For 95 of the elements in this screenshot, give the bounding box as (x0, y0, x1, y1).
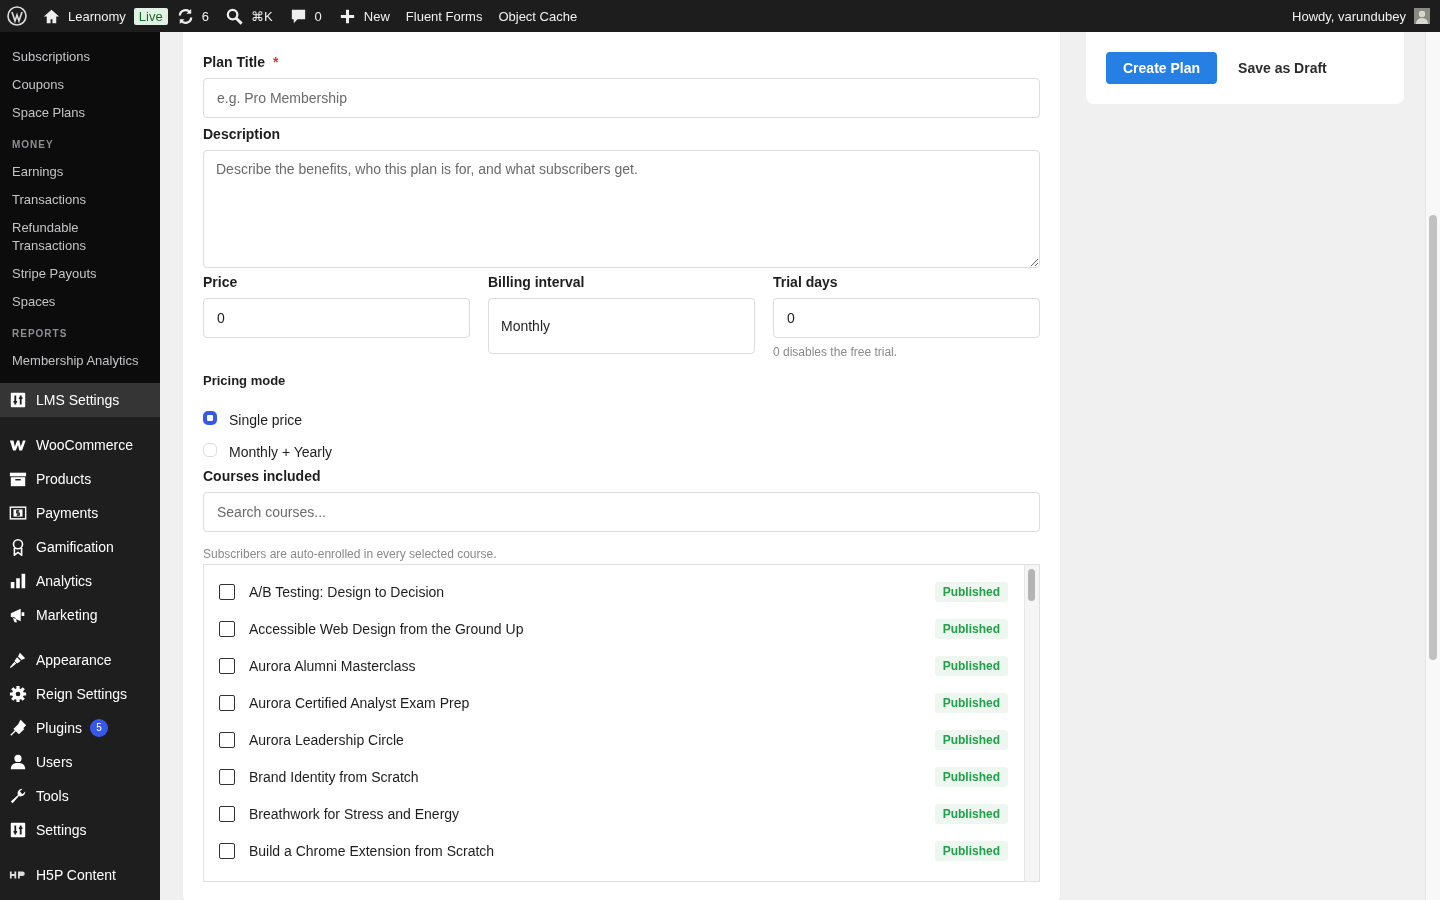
dollar-icon (9, 504, 27, 522)
checkbox[interactable] (219, 583, 235, 600)
checkbox[interactable] (219, 805, 235, 822)
sliders-icon (9, 821, 27, 839)
checkbox[interactable] (219, 768, 235, 785)
menu-section-heading: REPORTS (11, 327, 69, 341)
bar-chart-icon (9, 572, 27, 590)
sidebar-menu-item[interactable]: Users (0, 745, 160, 779)
radio-button[interactable] (203, 411, 217, 425)
help-text: 0 disables the free trial. (773, 345, 899, 359)
sliders-icon (9, 391, 27, 409)
sidebar-menu-item[interactable]: Products (0, 462, 160, 496)
help-text: Subscribers are auto-enrolled in every selected course. (203, 547, 498, 561)
search-shortcut[interactable]: ⌘K (250, 8, 273, 24)
user-icon (9, 753, 27, 771)
field-label: Price (203, 274, 239, 290)
sidebar-menu-item[interactable]: Appearance (0, 643, 160, 677)
field-label: Trial days (773, 274, 839, 290)
sidebar-menu-item[interactable]: Tools (0, 779, 160, 813)
radio-label[interactable]: Single price (229, 412, 303, 428)
plan-title-field[interactable]: e.g. Pro Membership (203, 78, 1040, 118)
radio-label[interactable]: Monthly + Yearly (229, 444, 333, 460)
archive-icon (9, 470, 27, 488)
status-label: Published (934, 766, 1008, 787)
field-label: Pricing mode (203, 373, 287, 388)
trial-days-field[interactable]: 0 (773, 298, 1040, 338)
submenu-item[interactable]: Space Plans (0, 99, 160, 127)
submenu-item[interactable]: Subscriptions (0, 43, 160, 71)
checkbox[interactable] (219, 731, 235, 748)
sidebar-menu-item[interactable]: Gamification (0, 530, 160, 564)
new-link[interactable]: New (363, 8, 390, 24)
status-label: Published (934, 581, 1008, 602)
sidebar-menu-item[interactable]: Analytics (0, 564, 160, 598)
update-count-badge: 5 (89, 719, 108, 737)
search-icon[interactable] (224, 6, 244, 26)
brush-icon (9, 651, 27, 669)
billing-interval-select[interactable]: Monthly (488, 298, 755, 354)
sidebar-menu-item[interactable]: WooCommerce (0, 428, 160, 462)
site-name-link[interactable]: Learnomy (68, 8, 126, 24)
save-draft-button[interactable]: Save as Draft (1231, 52, 1334, 84)
field-label: Plan Title (203, 54, 265, 70)
sidebar-menu-item[interactable]: Payments (0, 496, 160, 530)
course-title[interactable]: Accessible Web Design from the Ground Up (249, 620, 935, 637)
updates-count[interactable]: 6 (201, 8, 209, 24)
checkbox[interactable] (219, 657, 235, 674)
sidebar-menu-item[interactable]: LMS Settings (0, 383, 160, 417)
checkbox[interactable] (219, 620, 235, 637)
description-field[interactable]: Describe the benefits, who this plan is for, and what subscribers get. (203, 150, 1040, 268)
scrollbar[interactable] (1024, 565, 1039, 881)
course-title[interactable]: A/B Testing: Design to Decision (249, 583, 935, 600)
course-title[interactable]: Aurora Alumni Masterclass (249, 657, 935, 674)
checkbox[interactable] (219, 842, 235, 859)
comments-count[interactable]: 0 (314, 8, 322, 24)
toolbar-link[interactable]: Fluent Forms (405, 8, 483, 24)
page-scrollbar[interactable] (1425, 32, 1440, 900)
status-label: Published (934, 618, 1008, 639)
sidebar-menu-item[interactable]: Marketing (0, 598, 160, 632)
course-search-field[interactable]: Search courses... (203, 492, 1040, 532)
status-label: Published (934, 729, 1008, 750)
submenu-item[interactable]: Membership Analytics (0, 347, 160, 375)
field-label: Description (203, 126, 281, 142)
status-label: Published (934, 803, 1008, 824)
gear-icon (9, 685, 27, 703)
status-label: Published (934, 692, 1008, 713)
sidebar-menu-item[interactable]: Reign Settings (0, 677, 160, 711)
sidebar-menu-item[interactable]: Settings (0, 813, 160, 847)
toolbar-link[interactable]: Object Cache (498, 8, 578, 24)
course-title[interactable]: Breathwork for Stress and Energy (249, 805, 935, 822)
submenu-item[interactable]: Refundable Transactions (0, 214, 160, 260)
plug-icon (9, 719, 27, 737)
live-status-label: Live (133, 7, 168, 25)
course-title[interactable]: Aurora Certified Analyst Exam Prep (249, 694, 935, 711)
course-title[interactable]: Aurora Leadership Circle (249, 731, 935, 748)
submenu-item[interactable]: Transactions (0, 186, 160, 214)
status-label: Published (934, 655, 1008, 676)
status-label: Published (934, 840, 1008, 861)
menu-section-heading: MONEY (11, 138, 55, 152)
wrench-icon (9, 787, 27, 805)
sidebar-menu-item[interactable]: Plugins 5 (0, 711, 160, 745)
course-title[interactable]: Build a Chrome Extension from Scratch (249, 842, 935, 859)
field-label: Billing interval (488, 274, 586, 290)
submenu-item[interactable]: Spaces (0, 288, 160, 316)
field-label: Courses included (203, 468, 322, 484)
required-mark: * (273, 54, 279, 70)
submenu-item[interactable]: Stripe Payouts (0, 260, 160, 288)
megaphone-icon (9, 606, 27, 624)
submenu-item[interactable]: Earnings (0, 158, 160, 186)
user-greeting[interactable]: Howdy, varundubey (1292, 8, 1406, 24)
price-field[interactable]: 0 (203, 298, 470, 338)
wordpress-logo-icon[interactable] (7, 6, 27, 26)
checkbox[interactable] (219, 694, 235, 711)
submenu-item[interactable]: Coupons (0, 71, 160, 99)
create-plan-button[interactable]: Create Plan (1106, 52, 1218, 84)
sidebar-menu-item[interactable]: H5P Content (0, 858, 160, 892)
course-title[interactable]: Brand Identity from Scratch (249, 768, 935, 785)
